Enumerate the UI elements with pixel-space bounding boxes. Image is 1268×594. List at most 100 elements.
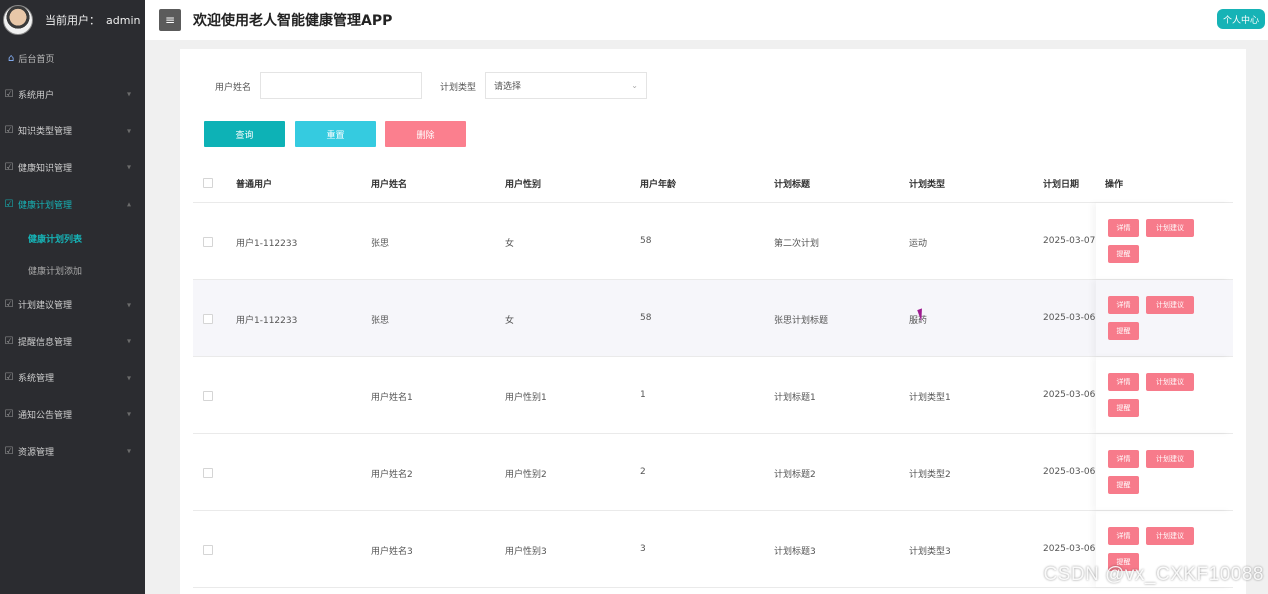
plan-type-select[interactable]: 请选择 ⌄ [485,72,647,99]
sidebar-item-system-users[interactable]: ☑ 系统用户 ▾ [0,76,145,113]
detail-button[interactable]: 详情 [1108,527,1139,545]
table-cell: 计划类型1 [909,393,951,403]
table-cell: 1 [640,390,646,400]
current-username: admin [106,14,141,27]
table-cell: 2025-03-06 [1043,390,1096,400]
chevron-down-icon: ▾ [126,126,131,136]
table-cell: 计划标题2 [774,470,816,480]
sidebar-item-health-knowledge[interactable]: ☑ 健康知识管理 ▾ [0,149,145,186]
query-button[interactable]: 查询 [204,121,285,147]
row-checkbox[interactable] [203,545,213,555]
edit-icon: ☑ [4,408,14,420]
sidebar-item-announcements[interactable]: ☑ 通知公告管理 ▾ [0,396,145,433]
edit-icon: ☑ [4,372,14,384]
sidebar-item-knowledge-types[interactable]: ☑ 知识类型管理 ▾ [0,113,145,150]
column-header: 操作 [1105,180,1124,190]
edit-icon: ☑ [4,198,14,210]
table-cell: 张思 [371,316,390,326]
row-checkbox[interactable] [203,391,213,401]
sidebar-item-label: 提醒信息管理 [18,337,73,348]
plan-advice-button[interactable]: 计划建议 [1146,373,1194,391]
sidebar-subitem-label: 健康计划列表 [28,234,83,245]
app-title: 欢迎使用老人智能健康管理APP [193,13,393,29]
table-cell: 计划标题1 [774,393,816,403]
detail-button[interactable]: 详情 [1108,219,1139,237]
table-cell: 用户性别2 [505,470,547,480]
reset-button[interactable]: 重置 [295,121,376,147]
avatar [3,5,33,35]
plan-advice-button[interactable]: 计划建议 [1146,296,1194,314]
row-checkbox[interactable] [203,237,213,247]
table-cell: 计划类型2 [909,470,951,480]
plan-type-select-value: 请选择 [494,82,522,92]
table-cell: 用户性别3 [505,547,547,557]
table-cell: 58 [640,313,652,323]
table-row: 用户1-112233 张思 女 58 第二次计划 运动 2025-03-07 详… [193,203,1233,280]
chevron-up-icon: ▴ [126,199,131,209]
table-cell: 2025-03-06 [1043,544,1096,554]
plan-advice-button[interactable]: 计划建议 [1146,527,1194,545]
home-icon: ⌂ [8,52,15,64]
table-cell: 运动 [909,239,928,249]
remind-button[interactable]: 提醒 [1108,476,1139,494]
remind-button[interactable]: 提醒 [1108,245,1139,263]
table-header: 普通用户 用户姓名 用户性别 用户年龄 计划标题 计划类型 计划日期 操作 [193,164,1233,203]
sidebar-item-health-plans[interactable]: ☑ 健康计划管理 ▴ [0,186,145,223]
sidebar-item-home[interactable]: ⌂ 后台首页 [0,40,145,76]
select-all-checkbox[interactable] [203,178,213,188]
column-header: 计划标题 [774,180,811,190]
table-row: 用户姓名1 用户性别1 1 计划标题1 计划类型1 2025-03-06 详情 … [193,357,1233,434]
row-checkbox[interactable] [203,468,213,478]
remind-button[interactable]: 提醒 [1108,322,1139,340]
sidebar-item-resources[interactable]: ☑ 资源管理 ▾ [0,433,145,470]
sidebar-item-system-management[interactable]: ☑ 系统管理 ▾ [0,360,145,397]
sidebar-item-label: 系统用户 [18,90,55,101]
table-cell: 第二次计划 [774,239,820,249]
main-content: 用户姓名 计划类型 请选择 ⌄ 查询 重置 删除 普通用户 用户姓名 用户性别 … [145,40,1268,594]
sidebar-item-label: 健康知识管理 [18,163,73,174]
sidebar-item-label: 资源管理 [18,447,55,458]
plan-advice-button[interactable]: 计划建议 [1146,450,1194,468]
chevron-down-icon: ⌄ [631,81,638,90]
sidebar-item-reminders[interactable]: ☑ 提醒信息管理 ▾ [0,323,145,360]
detail-button[interactable]: 详情 [1108,450,1139,468]
table-row: 用户1-112233 张思 女 58 张思计划标题 服药 2025-03-06 … [193,280,1233,357]
menu-toggle-icon[interactable]: ≡ [159,9,181,31]
table-cell: 58 [640,236,652,246]
table-cell: 用户姓名1 [371,393,413,403]
current-user-label: 当前用户： [45,14,100,27]
sidebar-item-plan-advice[interactable]: ☑ 计划建议管理 ▾ [0,286,145,323]
table-cell: 女 [505,316,515,326]
table-cell: 用户1-112233 [236,239,298,249]
table-cell: 2025-03-06 [1043,467,1096,477]
table-cell: 2025-03-07 [1043,236,1096,246]
edit-icon: ☑ [4,299,14,311]
row-actions: 详情 计划建议 提醒 [1096,280,1231,356]
edit-icon: ☑ [4,445,14,457]
edit-icon: ☑ [4,88,14,100]
column-header: 用户性别 [505,180,542,190]
sidebar-subitem-plan-list[interactable]: 健康计划列表 [0,222,145,254]
row-actions: 详情 计划建议 提醒 [1096,357,1231,433]
username-filter-input[interactable] [260,72,422,99]
chevron-down-icon: ▾ [126,162,131,172]
delete-button[interactable]: 删除 [385,121,466,147]
row-checkbox[interactable] [203,314,213,324]
edit-icon: ☑ [4,161,14,173]
chevron-down-icon: ▾ [126,336,131,346]
detail-button[interactable]: 详情 [1108,296,1139,314]
table-cell: 用户姓名2 [371,470,413,480]
table-cell: 用户姓名3 [371,547,413,557]
content-panel: 用户姓名 计划类型 请选择 ⌄ 查询 重置 删除 普通用户 用户姓名 用户性别 … [180,49,1246,594]
column-header: 用户年龄 [640,180,677,190]
column-header: 用户姓名 [371,180,408,190]
remind-button[interactable]: 提醒 [1108,399,1139,417]
table-cell: 计划类型3 [909,547,951,557]
filter-row: 用户姓名 计划类型 请选择 ⌄ [180,72,1246,99]
plan-advice-button[interactable]: 计划建议 [1146,219,1194,237]
sidebar-subitem-plan-add[interactable]: 健康计划添加 [0,254,145,286]
detail-button[interactable]: 详情 [1108,373,1139,391]
sidebar: 当前用户： admin ⌂ 后台首页 ☑ 系统用户 ▾ ☑ 知识类型管理 ▾ ☑ … [0,0,145,594]
personal-center-button[interactable]: 个人中心 [1216,9,1265,29]
row-actions: 详情 计划建议 提醒 [1096,203,1231,279]
